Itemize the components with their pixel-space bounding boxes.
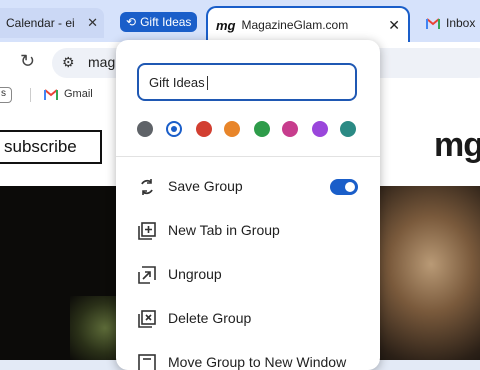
menu-label: Move Group to New Window (168, 354, 347, 370)
color-swatch[interactable] (282, 121, 298, 137)
color-swatch[interactable] (224, 121, 240, 137)
tab-strip: Calendar - ei ✕ ⟲ Gift Ideas mg Magazine… (0, 0, 480, 42)
save-group-icon (138, 178, 156, 196)
color-swatch[interactable] (137, 121, 153, 137)
save-group-item[interactable]: Save Group (116, 168, 380, 204)
tab-calendar[interactable]: Calendar - ei ✕ (0, 8, 104, 38)
bookmark-item[interactable]: s (0, 87, 12, 103)
menu-label: Save Group (168, 178, 243, 194)
new-tab-in-group-item[interactable]: New Tab in Group (116, 212, 380, 248)
ungroup-item[interactable]: Ungroup (116, 256, 380, 292)
site-logo[interactable]: mg (434, 126, 480, 165)
ungroup-icon (138, 266, 156, 284)
color-swatch[interactable] (254, 121, 270, 137)
menu-label: Delete Group (168, 310, 252, 326)
text-caret (207, 76, 208, 90)
tab-group-chip[interactable]: ⟲ Gift Ideas (120, 12, 198, 32)
subscribe-button[interactable]: subscribe (0, 130, 102, 164)
close-icon[interactable]: ✕ (388, 17, 400, 34)
bookmark-gmail[interactable]: Gmail (44, 88, 93, 100)
divider (30, 88, 31, 102)
menu-label: New Tab in Group (168, 222, 280, 238)
tab-title: MagazineGlam.com (241, 18, 349, 32)
color-swatch[interactable] (312, 121, 328, 137)
delete-group-item[interactable]: Delete Group (116, 300, 380, 336)
bookmark-label: Gmail (64, 88, 93, 100)
color-swatch[interactable] (340, 121, 356, 137)
color-swatch[interactable] (166, 121, 182, 137)
tab-group-label: Gift Ideas (140, 15, 192, 29)
gmail-icon (426, 17, 440, 29)
menu-label: Ungroup (168, 266, 222, 282)
save-group-toggle[interactable] (330, 179, 358, 195)
tab-inbox[interactable]: Inbox (420, 8, 480, 38)
delete-group-icon (138, 310, 156, 328)
move-window-icon (138, 354, 156, 370)
group-name-input[interactable] (137, 63, 357, 101)
gmail-icon (44, 88, 58, 100)
close-icon[interactable]: ✕ (87, 15, 98, 31)
site-favicon: mg (216, 17, 236, 33)
tab-title: Calendar - ei (6, 16, 75, 30)
color-swatch[interactable] (196, 121, 212, 137)
reload-icon[interactable]: ↻ (20, 51, 35, 72)
tab-magazineglam[interactable]: mg MagazineGlam.com ✕ (206, 6, 410, 42)
back-button[interactable] (0, 51, 14, 73)
tab-group-editor: Save Group New Tab in Group Ungroup Dele… (116, 40, 380, 370)
address-text: mag (88, 54, 116, 70)
site-settings-icon[interactable]: ⚙ (62, 54, 75, 71)
sync-icon: ⟲ (126, 15, 137, 29)
divider (116, 156, 380, 157)
new-tab-icon (138, 222, 156, 240)
hero-image-light (375, 186, 480, 360)
move-group-item[interactable]: Move Group to New Window (116, 344, 380, 370)
tab-title: Inbox (446, 16, 476, 30)
